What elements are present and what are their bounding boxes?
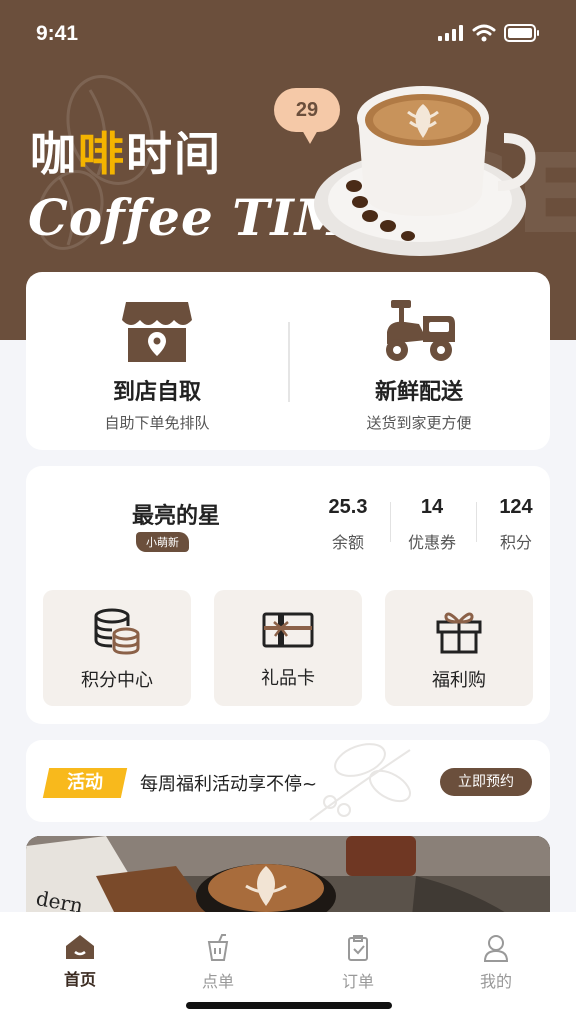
gift-card-icon	[262, 612, 314, 648]
tab-profile-label: 我的	[479, 972, 512, 991]
stat-balance[interactable]: 25.3 余额	[308, 496, 388, 553]
stat-balance-label: 余额	[331, 533, 364, 552]
order-icon	[348, 935, 368, 961]
stat-points[interactable]: 124 积分	[476, 496, 556, 553]
user-icon	[483, 935, 509, 962]
activity-text: 每周福利活动享不停~	[140, 774, 318, 795]
tile-gift-card-label: 礼品卡	[261, 668, 315, 689]
stat-coupons-value: 14	[420, 496, 444, 518]
tile-points-center-label: 积分中心	[81, 670, 153, 691]
book-now-button[interactable]: 立即预约	[440, 768, 532, 796]
status-bar: 9:41	[0, 0, 576, 70]
home-indicator	[186, 1002, 392, 1009]
pickup-title: 到店自取	[112, 380, 201, 405]
tab-orders-label: 订单	[341, 972, 374, 991]
pickup-service[interactable]: 到店自取 自助下单免排队	[26, 298, 288, 433]
shop-icon	[122, 302, 192, 362]
stat-balance-value: 25.3	[328, 496, 368, 518]
activity-card[interactable]: 活动 每周福利活动享不停~ 立即预约	[26, 740, 550, 822]
scooter-icon	[386, 300, 455, 361]
drink-icon	[207, 934, 229, 961]
wifi-icon	[472, 24, 496, 42]
coins-icon	[94, 608, 140, 655]
delivery-service[interactable]: 新鲜配送 送货到家更方便	[288, 298, 550, 433]
tab-order-menu[interactable]: 点单	[146, 934, 290, 992]
activity-tag: 活动	[42, 768, 128, 798]
tile-welfare-shop[interactable]: 福利购	[385, 590, 533, 706]
gift-box-icon	[436, 612, 482, 654]
tile-welfare-shop-label: 福利购	[432, 670, 486, 691]
hero-title-highlight: 啡	[78, 127, 126, 181]
member-name: 最亮的星	[132, 504, 221, 529]
stat-points-label: 积分	[499, 533, 532, 552]
coffee-cup-icon	[314, 86, 536, 256]
delivery-title: 新鲜配送	[374, 380, 463, 405]
status-icons	[438, 24, 540, 42]
tab-orders[interactable]: 订单	[286, 934, 430, 992]
tab-home[interactable]: 首页	[8, 934, 152, 990]
pickup-subtitle: 自助下单免排队	[104, 414, 210, 432]
tile-gift-card[interactable]: 礼品卡	[214, 590, 362, 706]
status-time: 9:41	[36, 22, 79, 45]
stat-coupons-label: 优惠券	[407, 533, 456, 552]
tab-home-label: 首页	[63, 970, 96, 989]
stat-divider	[390, 502, 391, 542]
battery-icon	[504, 24, 539, 42]
delivery-subtitle: 送货到家更方便	[366, 414, 472, 432]
stat-points-value: 124	[499, 496, 533, 518]
member-level-badge: 小萌新	[136, 532, 189, 552]
hero-title-cn: 咖啡时间	[30, 127, 222, 181]
stat-coupons[interactable]: 14 优惠券	[392, 496, 472, 553]
tab-order-menu-label: 点单	[201, 972, 234, 991]
home-icon	[66, 935, 94, 959]
signal-icon	[438, 25, 463, 41]
service-card: 到店自取 自助下单免排队 新鲜配送 送货到家更方便	[26, 272, 550, 450]
member-card: 最亮的星 小萌新 25.3 余额 14 优惠券 124 积分 积分中心 礼品卡 …	[26, 466, 550, 724]
tile-points-center[interactable]: 积分中心	[43, 590, 191, 706]
tab-profile[interactable]: 我的	[424, 934, 568, 992]
